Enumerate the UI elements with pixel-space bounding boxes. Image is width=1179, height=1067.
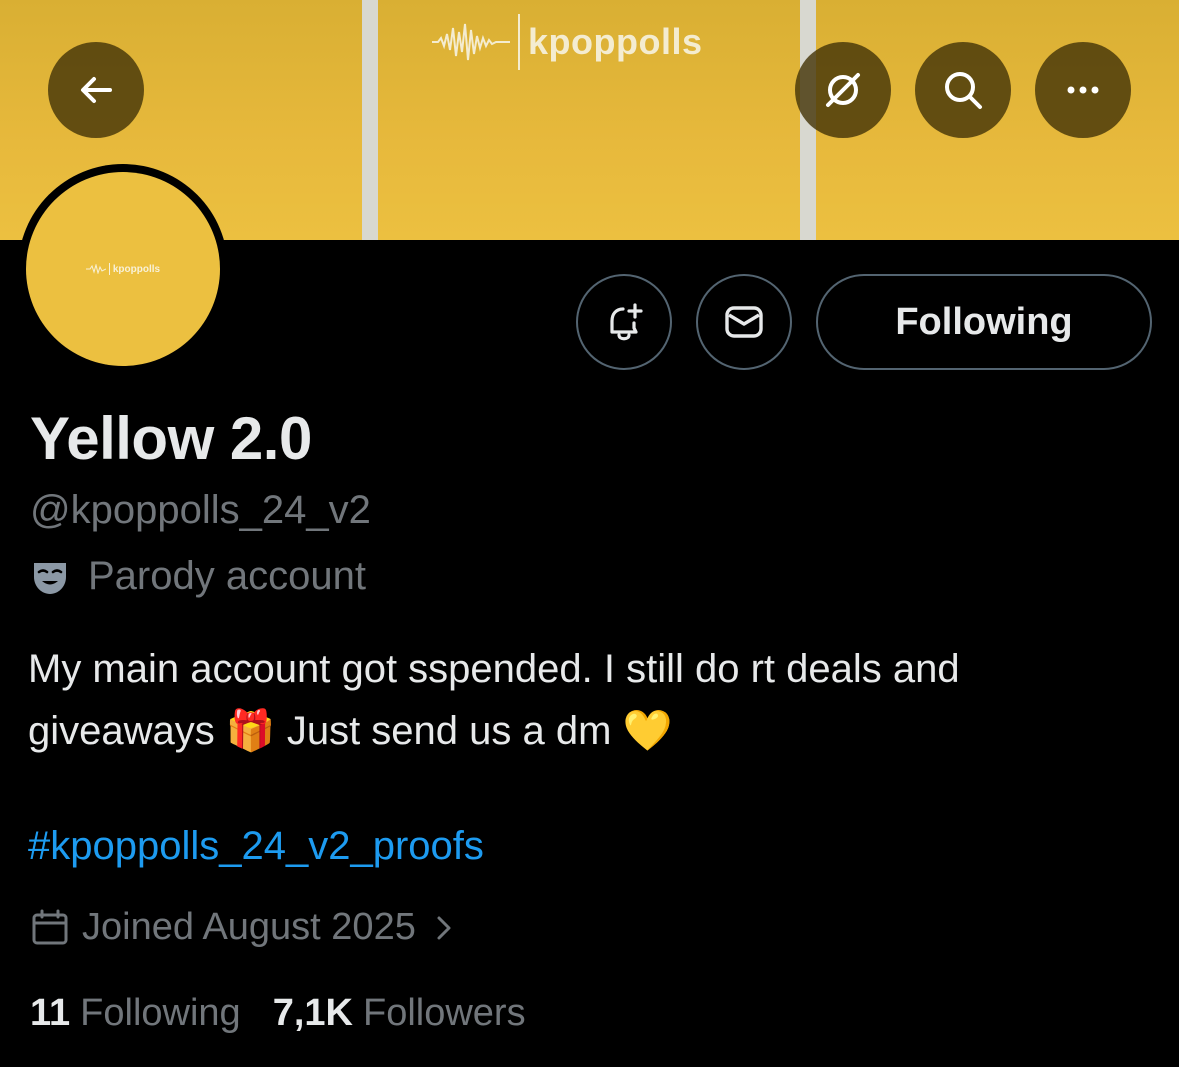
theater-mask-icon	[34, 562, 66, 594]
message-button[interactable]	[696, 274, 792, 370]
chevron-right-icon	[437, 916, 451, 939]
bell-plus-icon	[610, 303, 643, 341]
calendar-icon	[32, 909, 68, 944]
profile-page: kpoppolls kpoppolls Following Yellow 2.0…	[0, 0, 1179, 1067]
parody-label-text: Parody account	[88, 554, 366, 598]
logo-divider	[518, 14, 520, 70]
envelope-icon	[725, 306, 763, 338]
follow-stats: 11 Following 7,1K Followers	[30, 992, 558, 1035]
banner-stripe	[362, 0, 378, 240]
following-button-label: Following	[895, 300, 1073, 343]
followers-label: Followers	[362, 992, 526, 1034]
bio-line: My main account got sspended. I still do…	[28, 638, 1148, 700]
following-label: Following	[80, 992, 241, 1034]
more-button[interactable]	[1035, 42, 1131, 138]
more-horizontal-icon	[1067, 86, 1099, 94]
bio-text: My main account got sspended. I still do…	[28, 647, 960, 691]
user-handle: @kpoppolls_24_v2	[30, 488, 371, 532]
soundwave-icon	[85, 264, 106, 274]
avatar-image: kpoppolls	[26, 172, 220, 366]
following-button[interactable]: Following	[816, 274, 1152, 370]
gift-emoji: 🎁	[225, 708, 276, 754]
avatar[interactable]: kpoppolls	[18, 164, 228, 374]
hashtag-link[interactable]: #kpoppolls_24_v2_proofs	[28, 824, 484, 869]
display-name: Yellow 2.0	[30, 405, 312, 472]
grok-button[interactable]	[795, 42, 891, 138]
joined-text: Joined August 2025	[82, 906, 416, 948]
search-icon	[945, 72, 982, 109]
arrow-left-icon	[81, 77, 112, 103]
search-button[interactable]	[915, 42, 1011, 138]
back-button[interactable]	[48, 42, 144, 138]
bio-text: Just send us a dm	[286, 709, 612, 753]
bio-line: giveaways 🎁 Just send us a dm 💛	[28, 700, 1148, 762]
joined-date[interactable]: Joined August 2025	[30, 906, 458, 949]
bio-text: giveaways	[28, 709, 215, 753]
soundwave-icon	[432, 23, 510, 61]
grok-icon	[826, 73, 860, 107]
logo-divider	[108, 263, 110, 275]
notifications-button[interactable]	[576, 274, 672, 370]
followers-count: 7,1K	[272, 992, 353, 1034]
avatar-wordmark: kpoppolls	[112, 263, 161, 275]
parody-label[interactable]: Parody account	[30, 554, 366, 599]
following-count: 11	[30, 992, 71, 1034]
bio: My main account got sspended. I still do…	[28, 638, 1148, 762]
banner-wordmark: kpoppolls	[528, 21, 703, 62]
yellow-heart-emoji: 💛	[622, 708, 673, 754]
banner-logo: kpoppolls	[432, 10, 703, 74]
followers-count-link[interactable]: 7,1K Followers	[273, 992, 526, 1035]
following-count-link[interactable]: 11 Following	[30, 992, 241, 1035]
